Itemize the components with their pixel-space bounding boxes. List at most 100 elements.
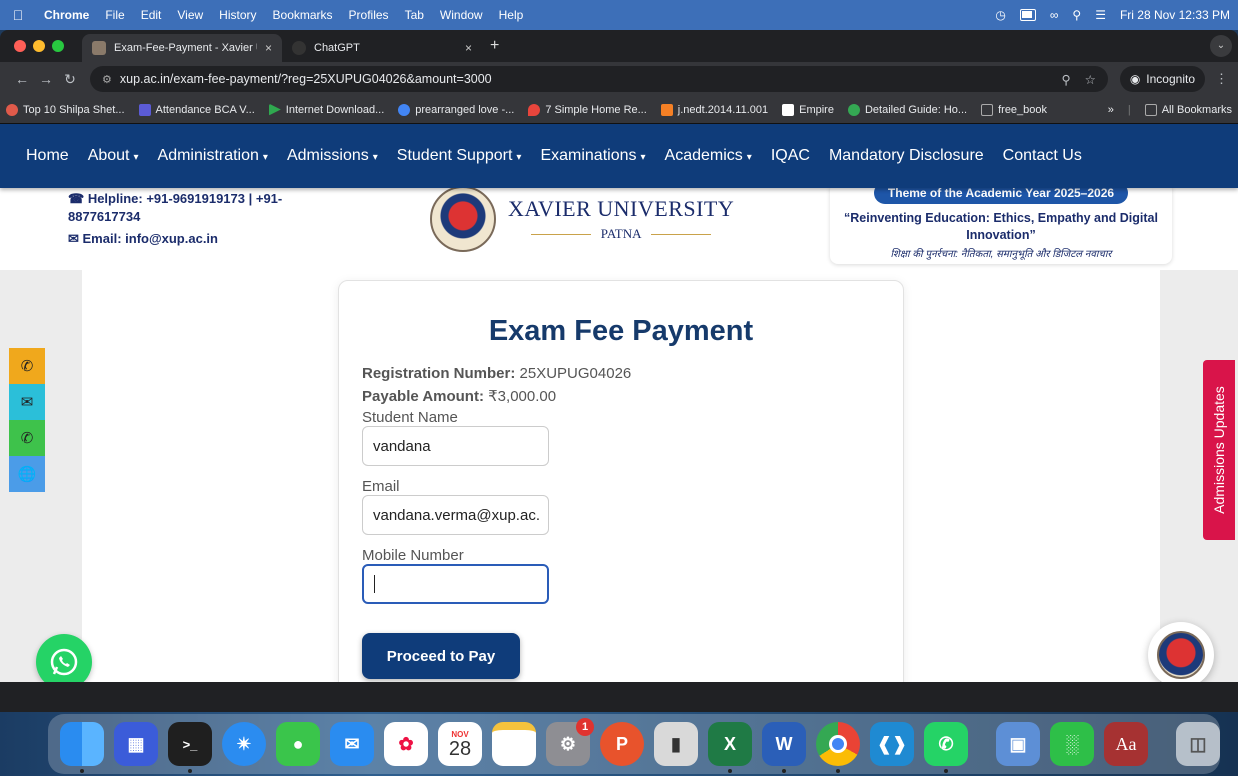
address-url[interactable]: xup.ac.in/exam-fee-payment/?reg=25XUPUG0… [120,72,492,86]
email-contact[interactable]: ✉ Email: info@xup.ac.in [68,230,308,248]
phone-call-icon[interactable]: ✆ [9,348,45,384]
nav-examinations[interactable]: Examinations ▾ [540,147,645,165]
bookmark-item[interactable]: Attendance BCA V... [138,103,255,116]
menu-file[interactable]: File [97,8,132,22]
dictionary-icon[interactable]: Aa [1104,722,1148,766]
system-settings-icon[interactable]: ⚙ 1 [546,718,594,766]
notes-icon[interactable] [492,722,536,766]
excel-icon[interactable]: X [708,722,752,773]
email-input[interactable]: vandana.verma@xup.ac. [362,495,549,535]
reload-icon[interactable]: ↻ [58,71,82,88]
close-tab-icon[interactable]: × [265,41,272,55]
tab-chatgpt[interactable]: ChatGPT × [282,34,482,62]
link-icon[interactable]: ∞ [1050,8,1059,22]
whatsapp-app-icon[interactable]: ✆ [924,722,968,773]
chrome-menu-icon[interactable]: ⋮ [1215,71,1228,87]
time-machine-icon[interactable]: ◷ [995,8,1005,22]
university-seal-icon [430,186,496,252]
powerpoint-icon[interactable]: P [600,722,644,766]
zoom-window-button[interactable] [52,40,64,52]
bookmark-item[interactable]: Internet Download... [268,103,384,116]
control-center-icon[interactable]: ☰ [1095,8,1106,22]
launchpad-icon[interactable]: ▦ [114,722,158,766]
nav-contact-us[interactable]: Contact Us [1003,147,1082,165]
admissions-updates-tab[interactable]: Admissions Updates [1203,360,1235,540]
nav-about[interactable]: About ▾ [88,147,139,165]
menu-clock[interactable]: Fri 28 Nov 12:33 PM [1120,8,1230,22]
minimize-window-button[interactable] [33,40,45,52]
menu-help[interactable]: Help [491,8,532,22]
site-info-icon[interactable]: ⚙ [102,73,112,86]
globe-icon[interactable]: 🌐 [9,456,45,492]
bookmark-item[interactable]: prearranged love -... [398,103,514,116]
mail-app-icon[interactable]: ✉ [330,722,374,766]
spotlight-search-icon[interactable]: ⚲ [1072,8,1081,22]
bookmark-item[interactable]: j.nedt.2014.11.001 [660,103,768,116]
menu-bookmarks[interactable]: Bookmarks [265,8,341,22]
bookmark-label: Attendance BCA V... [155,103,255,116]
battery-icon[interactable] [1019,9,1036,21]
finder-icon[interactable] [60,722,104,773]
helpline[interactable]: ☎ Helpline: +91-9691919173 | +91-8877617… [68,190,308,226]
word-icon[interactable]: W [762,722,806,773]
nav-iqac[interactable]: IQAC [771,147,810,165]
close-tab-icon[interactable]: × [465,41,472,55]
proceed-to-pay-button[interactable]: Proceed to Pay [362,633,520,679]
bookmark-item[interactable]: Detailed Guide: Ho... [847,103,967,116]
nav-student-support[interactable]: Student Support ▾ [397,147,522,165]
trash-icon[interactable]: ◫ [1176,722,1220,766]
bookmark-item[interactable]: free_book [981,103,1047,116]
menu-view[interactable]: View [169,8,211,22]
chatgpt-favicon-icon [292,41,306,55]
mail-icon[interactable]: ✉ [9,384,45,420]
bookmark-item[interactable]: Top 10 Shilpa Shet... [6,103,125,116]
amount-row: Payable Amount: ₹3,000.00 [362,387,631,409]
mobile-number-input[interactable] [362,564,549,604]
bookmark-item[interactable]: Empire [782,103,834,116]
close-window-button[interactable] [14,40,26,52]
iphone-mirroring-icon[interactable]: ▮ [654,722,698,766]
nav-mandatory-disclosure[interactable]: Mandatory Disclosure [829,147,984,165]
menu-tab[interactable]: Tab [397,8,432,22]
terminal-icon[interactable]: >_ [168,722,212,773]
bookmarks-overflow-button[interactable]: » [1108,104,1114,116]
whatsapp-icon[interactable]: ✆ [9,420,45,456]
nav-home[interactable]: Home [26,147,69,165]
tab-exam-fee-payment[interactable]: Exam-Fee-Payment - Xavier U × [82,34,282,62]
tab-search-icon[interactable]: ⌄ [1210,35,1232,57]
menu-app-name[interactable]: Chrome [36,8,97,22]
menu-profiles[interactable]: Profiles [341,8,397,22]
all-bookmarks-label: All Bookmarks [1161,103,1232,116]
vscode-icon[interactable]: ❰❱ [870,722,914,766]
student-name-input[interactable]: vandana [362,426,549,466]
all-bookmarks-button[interactable]: All Bookmarks [1144,103,1232,116]
forward-icon[interactable]: → [34,71,58,87]
address-bar[interactable]: ⚙ xup.ac.in/exam-fee-payment/?reg=25XUPU… [90,66,1108,92]
nav-label: Student Support [396,147,513,164]
apple-menu-icon[interactable]:  [0,7,36,23]
photos-icon[interactable]: ✿ [384,722,428,766]
menu-edit[interactable]: Edit [133,8,170,22]
calendar-icon[interactable]: NOV 28 [438,722,482,766]
numbers-icon[interactable]: ░ [1050,722,1094,766]
menu-history[interactable]: History [211,8,264,22]
zoom-icon[interactable]: ⚲ [1061,72,1070,87]
nav-admissions[interactable]: Admissions ▾ [287,147,378,165]
university-logo[interactable]: XAVIER UNIVERSITY PATNA [430,186,734,252]
chrome-app-icon[interactable] [816,722,860,773]
new-tab-button[interactable]: + [490,37,499,55]
messages-icon[interactable]: ● [276,722,320,766]
chatbot-button[interactable] [1148,622,1214,682]
bookmark-star-icon[interactable]: ☆ [1085,72,1096,87]
safari-icon[interactable]: ✴ [222,722,266,766]
nav-academics[interactable]: Academics ▾ [665,147,752,165]
nav-administration[interactable]: Administration ▾ [158,147,268,165]
incognito-badge[interactable]: ◉ Incognito [1119,66,1205,92]
running-indicator [188,769,192,773]
menu-window[interactable]: Window [432,8,491,22]
whatsapp-float-button[interactable] [36,634,92,682]
bookmark-item[interactable]: 7 Simple Home Re... [528,103,647,116]
caret-down-icon: ▾ [133,152,139,163]
back-icon[interactable]: ← [10,71,34,87]
preview-icon[interactable]: ▣ [996,722,1040,766]
